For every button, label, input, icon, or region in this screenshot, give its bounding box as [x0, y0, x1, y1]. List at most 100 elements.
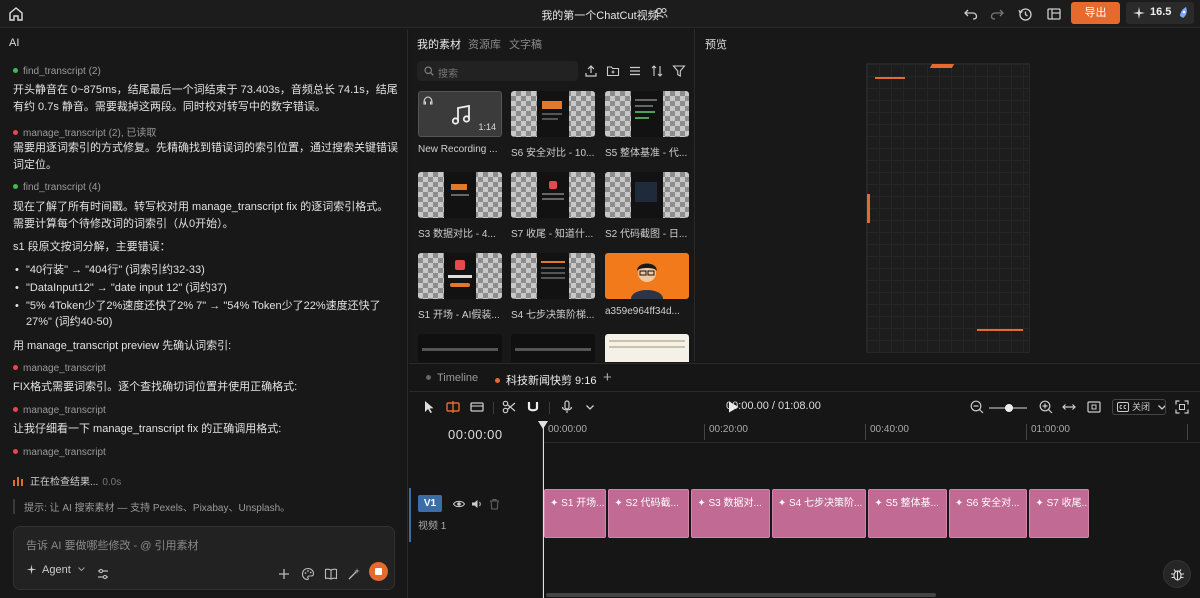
tool-call[interactable]: find_transcript (2)	[13, 66, 101, 77]
undo-icon[interactable]	[963, 6, 979, 22]
media-tile[interactable]	[511, 334, 595, 362]
status-dot	[13, 365, 18, 370]
redo-icon[interactable]	[989, 6, 1005, 22]
preview-canvas[interactable]	[866, 63, 1030, 353]
book-icon[interactable]	[324, 567, 338, 581]
media-tile[interactable]	[511, 172, 595, 218]
status-dot	[13, 130, 18, 135]
tab-sequence[interactable]: 科技新闻快剪 9:16	[495, 372, 596, 388]
media-tile[interactable]	[418, 172, 502, 218]
add-sequence-button[interactable]: +	[603, 369, 612, 386]
media-tile[interactable]	[605, 172, 689, 218]
export-button[interactable]: 导出	[1071, 2, 1120, 24]
timeline-clip[interactable]: ✦ S5 整体基...	[868, 489, 947, 538]
tool-call[interactable]: manage_transcript (2), 已读取	[13, 124, 156, 139]
settings-sliders-icon[interactable]	[96, 567, 110, 581]
magnet-icon[interactable]	[525, 399, 541, 415]
tool-call-label: find_transcript (2)	[23, 66, 101, 77]
trash-icon[interactable]	[489, 498, 500, 510]
film-icon[interactable]	[469, 399, 485, 415]
fit-width-icon[interactable]	[1061, 399, 1077, 415]
timeline-clip[interactable]: ✦ S3 数据对...	[691, 489, 770, 538]
layout-icon[interactable]	[1046, 6, 1062, 22]
status-dot	[13, 407, 18, 412]
speaker-icon[interactable]	[471, 498, 483, 510]
media-tile[interactable]	[605, 91, 689, 137]
media-search-input[interactable]: 搜索	[417, 61, 578, 81]
sort-icon[interactable]	[650, 64, 664, 78]
plus-icon[interactable]	[277, 567, 291, 581]
upload-icon[interactable]	[584, 64, 598, 78]
zoom-slider-handle[interactable]	[1005, 404, 1013, 412]
chat-input-placeholder: 告诉 AI 要做哪些修改 - @ 引用素材	[26, 540, 199, 552]
assistant-message: FIX格式需要词索引。逐个查找确切词位置并使用正确格式:	[13, 381, 298, 393]
tool-call-label: manage_transcript (2), 已读取	[23, 128, 157, 139]
timeline-clip[interactable]: ✦ S6 安全对...	[948, 489, 1028, 538]
media-tile[interactable]	[511, 91, 595, 137]
filter-icon[interactable]	[672, 64, 686, 78]
timeline-clip[interactable]: ✦ S7 收尾...	[1029, 489, 1090, 538]
tool-call-label: manage_transcript	[23, 405, 106, 416]
media-tile[interactable]	[418, 253, 502, 299]
collaborators-icon[interactable]	[654, 6, 668, 20]
preview-label: 预览	[705, 39, 727, 51]
magic-wand-icon[interactable]	[347, 567, 361, 581]
media-tile-label: S6 安全对比 - 10...	[511, 148, 595, 159]
agent-mode-select[interactable]: Agent	[26, 564, 85, 576]
canvas-graphic	[867, 194, 870, 223]
list-view-icon[interactable]	[628, 64, 642, 78]
tab-library[interactable]: 资源库	[468, 36, 501, 52]
status-dot	[13, 68, 18, 73]
eye-icon[interactable]	[453, 498, 465, 510]
assistant-message: 开头静音在 0~875ms，结尾最后一个词结束于 73.403s，音频总长 74…	[13, 84, 398, 113]
history-icon[interactable]	[1017, 6, 1033, 22]
zoom-out-icon[interactable]	[969, 399, 985, 415]
media-tile[interactable]	[511, 253, 595, 299]
clip-label: ✦ S4 七步决策阶...	[777, 498, 863, 509]
captions-toggle[interactable]: 关闭	[1112, 399, 1166, 415]
playhead[interactable]	[538, 421, 548, 598]
chevron-down-icon	[77, 567, 85, 572]
timeline-scrollbar[interactable]	[546, 593, 936, 597]
scissors-icon[interactable]	[501, 399, 517, 415]
search-icon	[424, 66, 434, 76]
pointer-icon[interactable]	[421, 399, 437, 415]
tab-my-media[interactable]: 我的素材	[417, 36, 461, 52]
bug-report-button[interactable]	[1163, 560, 1191, 588]
zoom-in-icon[interactable]	[1038, 399, 1054, 415]
tool-call[interactable]: find_transcript (4)	[13, 182, 101, 193]
ripple-tool-icon[interactable]	[445, 399, 461, 415]
tool-call[interactable]: manage_transcript	[13, 363, 106, 374]
preview-panel: 预览	[696, 29, 1200, 362]
media-tile-audio[interactable]: 1:14	[418, 91, 502, 137]
ai-chat-input[interactable]: 告诉 AI 要做哪些修改 - @ 引用素材 Agent	[13, 526, 395, 590]
chevron-down-icon[interactable]	[582, 399, 598, 415]
ai-panel-label: AI	[9, 37, 20, 49]
track-accent	[409, 488, 411, 542]
checking-status: 正在检查结果... 0.0s	[13, 473, 121, 488]
tool-call[interactable]: manage_transcript	[13, 447, 106, 458]
timeline-clip[interactable]: ✦ S4 七步决策阶...	[771, 489, 867, 538]
fullscreen-icon[interactable]	[1174, 399, 1190, 415]
palette-icon[interactable]	[301, 567, 315, 581]
media-tile-image[interactable]	[605, 253, 689, 299]
aspect-ratio-icon[interactable]	[1086, 399, 1102, 415]
ruler-tick	[1187, 424, 1192, 440]
new-folder-icon[interactable]	[606, 64, 620, 78]
stop-button[interactable]	[369, 562, 388, 581]
clip-label: ✦ S7 收尾...	[1035, 498, 1090, 509]
track-badge[interactable]: V1	[418, 495, 442, 512]
tool-call-label: find_transcript (4)	[23, 182, 101, 193]
tool-call[interactable]: manage_transcript	[13, 405, 106, 416]
tab-transcript[interactable]: 文字稿	[509, 36, 542, 52]
media-tile[interactable]	[418, 334, 502, 362]
timeline-clip[interactable]: ✦ S1 开场...	[544, 489, 607, 538]
checking-label: 正在检查结果...	[30, 477, 99, 488]
tab-timeline[interactable]: Timeline	[426, 372, 478, 384]
media-tile-label: S7 收尾 - 知道什...	[511, 229, 594, 240]
timeline-clip[interactable]: ✦ S2 代码截...	[608, 489, 690, 538]
microphone-icon[interactable]	[559, 399, 575, 415]
media-tile[interactable]	[605, 334, 689, 362]
time-ruler[interactable]: 00:00:00 00:20:00 00:40:00 01:00:00	[543, 421, 1200, 443]
credits-display[interactable]: 16.5	[1126, 2, 1194, 24]
